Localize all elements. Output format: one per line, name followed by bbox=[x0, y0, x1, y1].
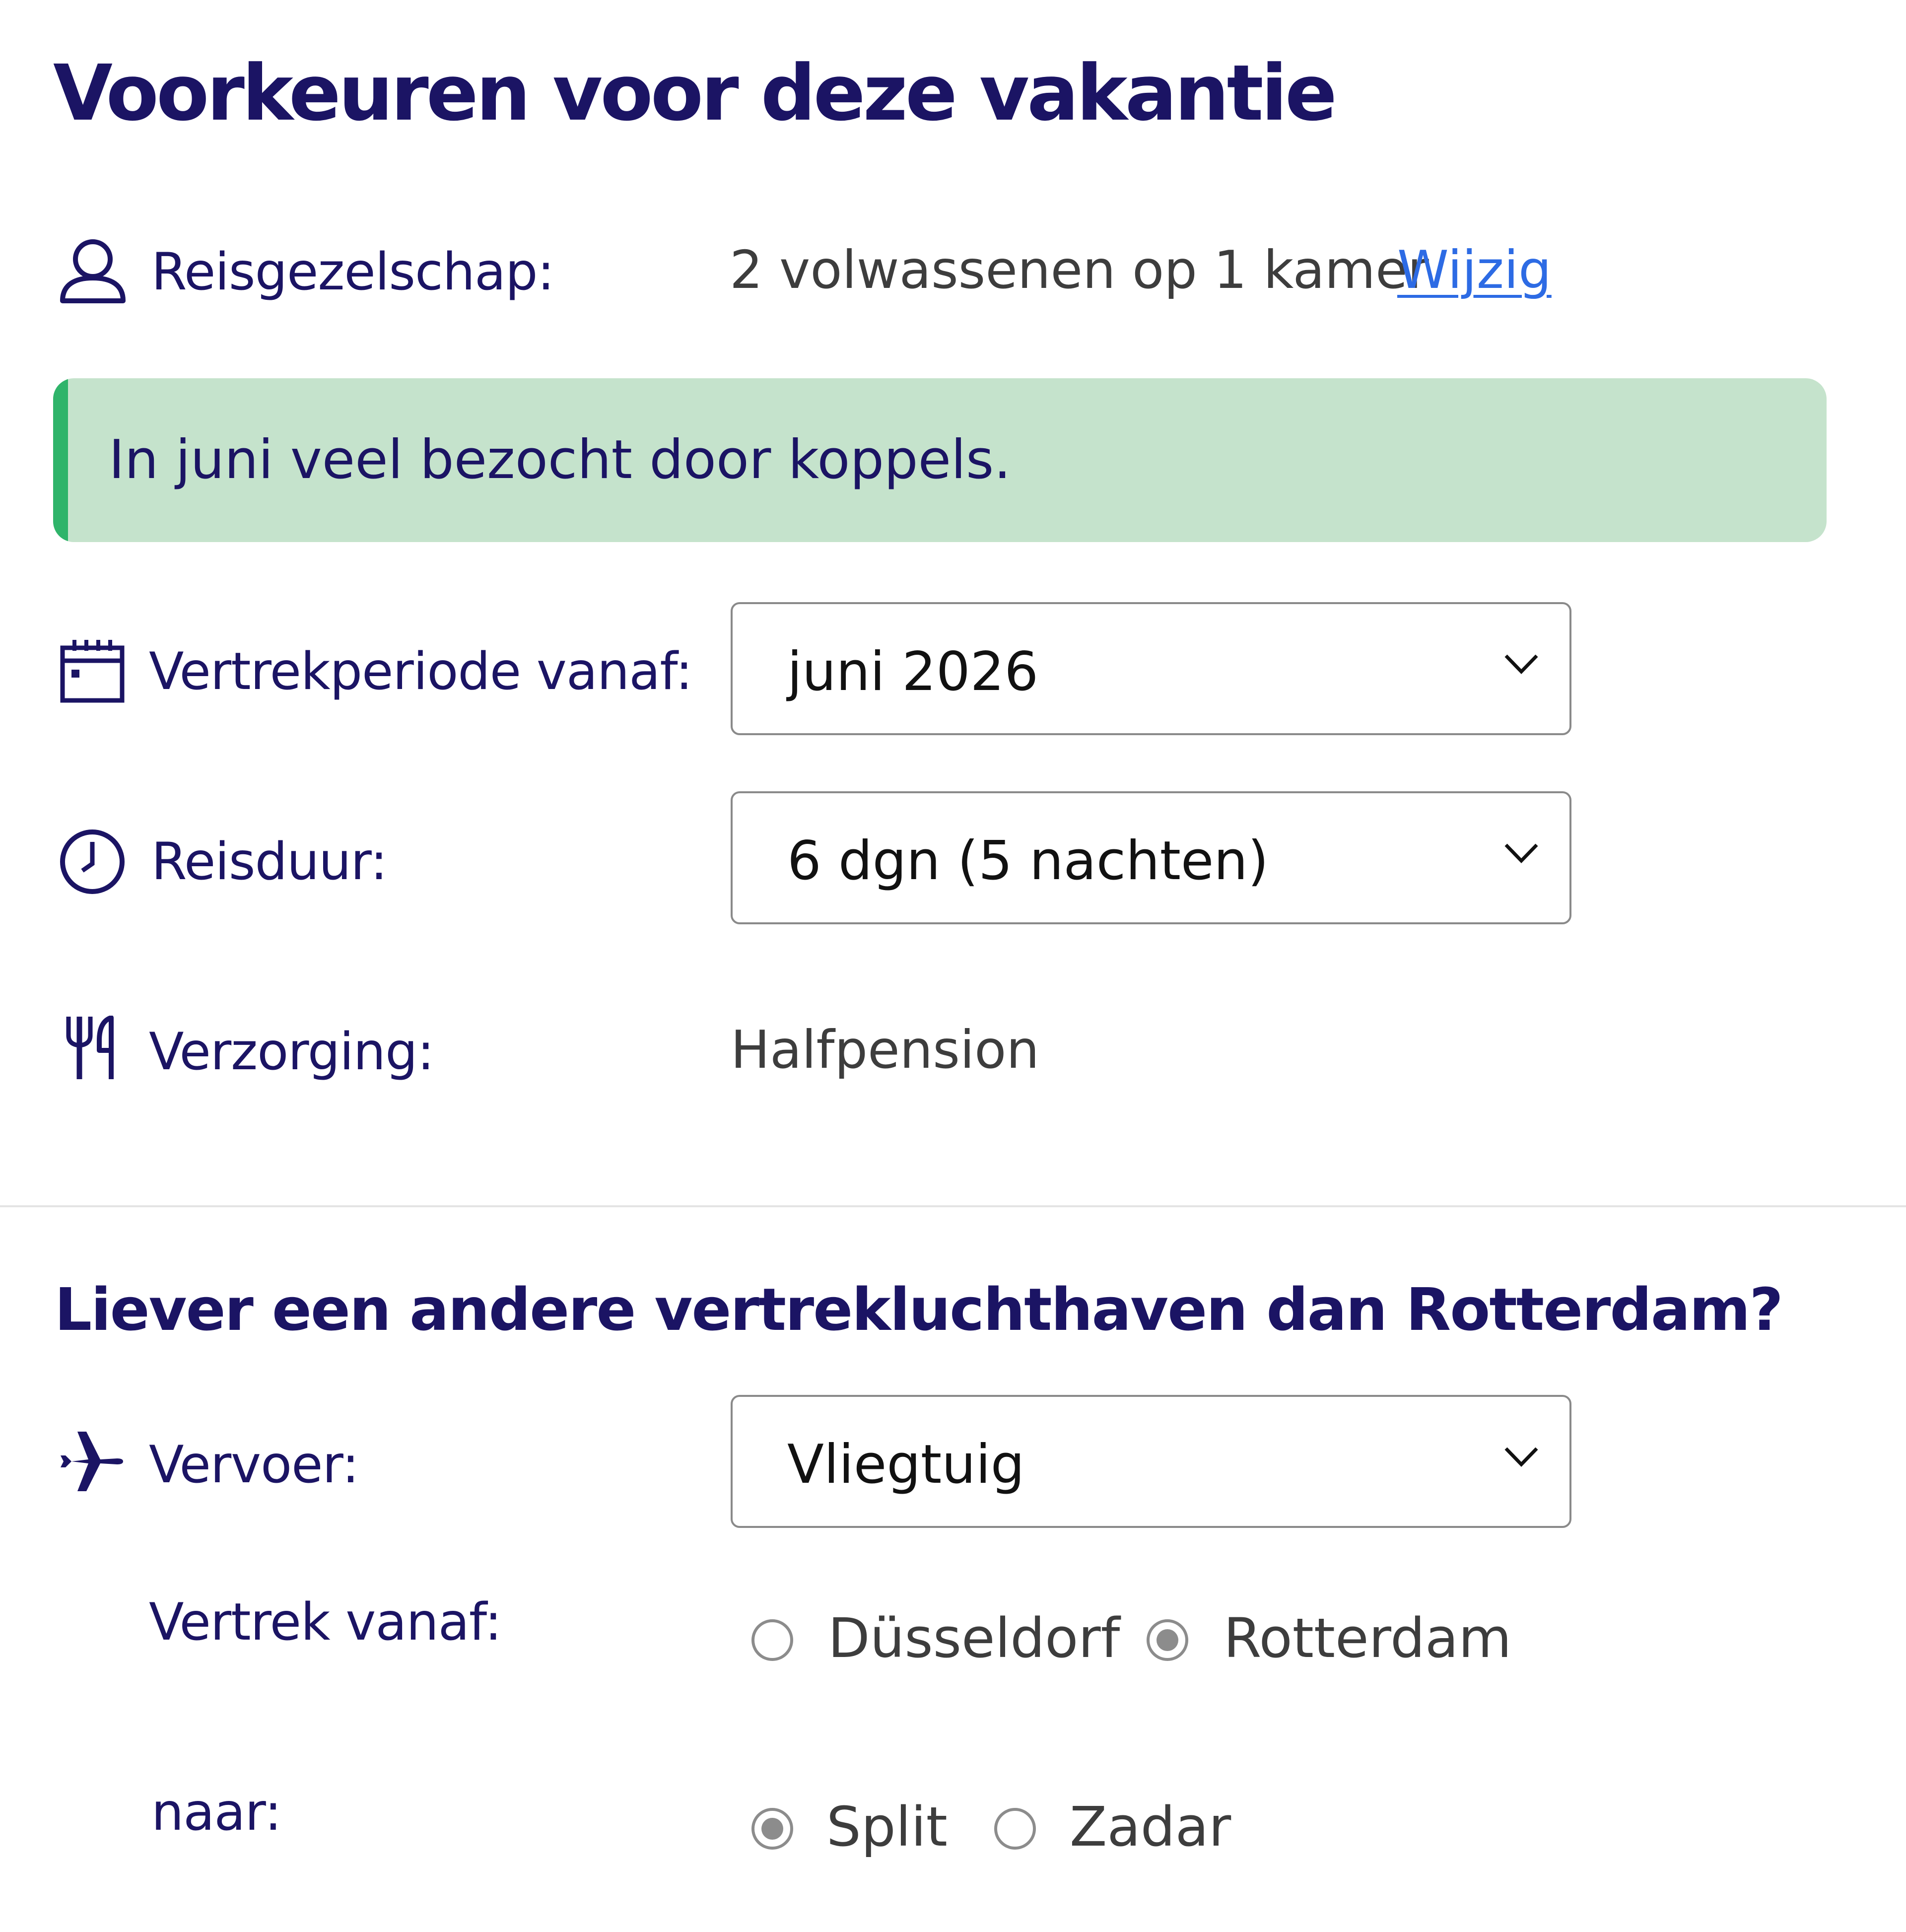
departure-period-select[interactable]: juni 2026 bbox=[731, 602, 1571, 735]
from-option-rotterdam[interactable]: Rotterdam bbox=[1224, 1605, 1511, 1671]
cutlery-icon bbox=[63, 1016, 119, 1080]
from-label: Vertrek vanaf: bbox=[149, 1592, 502, 1652]
chevron-down-icon bbox=[1504, 1446, 1539, 1468]
transport-value: Vliegtuig bbox=[787, 1434, 1025, 1496]
radio-from-rotterdam[interactable] bbox=[1147, 1619, 1188, 1661]
page-title: Voorkeuren voor deze vakantie bbox=[53, 48, 1337, 138]
to-option-zadar[interactable]: Zadar bbox=[1070, 1794, 1231, 1860]
party-label: Reisgezelschap: bbox=[151, 242, 554, 302]
board-label: Verzorging: bbox=[149, 1022, 434, 1082]
plane-icon bbox=[59, 1429, 124, 1494]
radio-from-dusseldorf[interactable] bbox=[751, 1619, 793, 1661]
duration-select[interactable]: 6 dgn (5 nachten) bbox=[731, 791, 1571, 924]
chevron-down-icon bbox=[1504, 842, 1539, 865]
radio-to-zadar[interactable] bbox=[994, 1808, 1036, 1850]
duration-label: Reisduur: bbox=[151, 832, 388, 892]
person-icon bbox=[59, 237, 127, 305]
from-option-dusseldorf[interactable]: Düsseldorf bbox=[828, 1605, 1120, 1671]
transport-label: Vervoer: bbox=[149, 1435, 359, 1495]
to-label: naar: bbox=[151, 1783, 282, 1842]
duration-value: 6 dgn (5 nachten) bbox=[787, 830, 1269, 892]
banner-accent-bar bbox=[53, 378, 68, 542]
calendar-icon bbox=[60, 638, 125, 703]
airport-heading: Liever een andere vertrekluchthaven dan … bbox=[55, 1275, 1783, 1344]
to-option-split[interactable]: Split bbox=[826, 1794, 948, 1860]
banner-text: In juni veel bezocht door koppels. bbox=[109, 429, 1011, 491]
board-value: Halfpension bbox=[731, 1020, 1039, 1080]
section-divider bbox=[0, 1205, 1906, 1207]
change-party-link[interactable]: Wijzig bbox=[1397, 239, 1552, 301]
departure-label: Vertrekperiode vanaf: bbox=[149, 642, 693, 701]
clock-icon bbox=[59, 828, 126, 896]
party-value: 2 volwassenen op 1 kamer bbox=[730, 240, 1429, 300]
radio-to-split[interactable] bbox=[751, 1808, 793, 1850]
chevron-down-icon bbox=[1504, 653, 1539, 676]
info-banner: In juni veel bezocht door koppels. bbox=[53, 378, 1827, 542]
transport-select[interactable]: Vliegtuig bbox=[731, 1395, 1571, 1528]
departure-period-value: juni 2026 bbox=[787, 641, 1039, 703]
